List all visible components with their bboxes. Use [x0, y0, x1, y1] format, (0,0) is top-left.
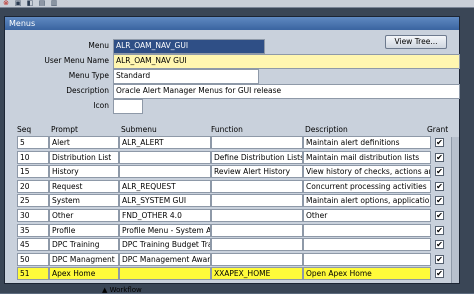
table-row[interactable]: 35 Profile Profile Menu - System Ad ✔ — [17, 223, 449, 237]
grant-checkbox[interactable]: ✔ — [435, 138, 444, 147]
col-header-submenu: Submenu — [121, 125, 157, 134]
grant-checkbox[interactable]: ✔ — [435, 167, 444, 177]
table-row[interactable]: 51 Apex Home XXAPEX_HOME Open Apex Home ✔ — [17, 267, 449, 281]
row-submenu[interactable] — [119, 150, 211, 164]
row-submenu[interactable]: ALR_REQUEST — [119, 179, 211, 193]
row-prompt[interactable]: Apex Home — [49, 267, 119, 281]
view-tree-button[interactable]: View Tree... — [385, 35, 447, 49]
table-row[interactable]: 50 DPC Managment DPC Management Award ✔ — [17, 252, 449, 266]
col-header-prompt: Prompt — [51, 125, 78, 134]
close-icon[interactable]: ⊗ — [2, 0, 10, 7]
table-row[interactable]: 30 Other FND_OTHER 4.0 Other ✔ — [17, 209, 449, 222]
row-description[interactable] — [303, 238, 431, 252]
row-description[interactable]: View history of checks, actions and — [303, 165, 431, 179]
row-function[interactable] — [211, 194, 303, 208]
row-seq[interactable]: 45 — [17, 238, 49, 252]
col-header-grant: Grant — [427, 125, 449, 134]
row-description[interactable]: Maintain alert definitions — [303, 136, 431, 149]
row-prompt[interactable]: Request — [49, 179, 119, 193]
row-description[interactable]: Maintain mail distribution lists — [303, 150, 431, 164]
row-function[interactable]: XXAPEX_HOME — [211, 267, 303, 281]
folder-icon[interactable]: ▤ — [38, 0, 46, 7]
row-function[interactable] — [211, 238, 303, 252]
grant-checkbox[interactable]: ✔ — [435, 152, 444, 162]
row-prompt[interactable]: System — [49, 194, 119, 208]
description-field[interactable]: Oracle Alert Manager Menus for GUI relea… — [113, 84, 460, 99]
row-function[interactable] — [211, 136, 303, 149]
row-seq[interactable]: 25 — [17, 194, 49, 208]
grant-checkbox[interactable]: ✔ — [435, 269, 444, 279]
row-description[interactable]: Concurrent processing activities — [303, 179, 431, 193]
user-menu-name-field[interactable]: ALR_OAM_NAV GUI — [113, 54, 460, 69]
row-submenu[interactable] — [119, 165, 211, 179]
row-seq[interactable]: 5 — [17, 136, 49, 149]
icon-label: Icon — [93, 101, 109, 110]
row-function[interactable] — [211, 179, 303, 193]
grant-checkbox[interactable]: ✔ — [435, 240, 444, 250]
row-prompt[interactable]: DPC Training — [49, 238, 119, 252]
nav-icon[interactable]: ◧ — [26, 0, 34, 7]
menu-type-field[interactable]: Standard — [113, 69, 259, 84]
table-row[interactable]: 10 Distribution List Define Distribution L… — [17, 150, 449, 164]
row-description[interactable] — [303, 252, 431, 266]
table-row[interactable]: 25 System ALR_SYSTEM GUI Maintain alert opt… — [17, 194, 449, 208]
grant-checkbox[interactable]: ✔ — [435, 181, 444, 191]
row-submenu[interactable]: ALR_SYSTEM GUI — [119, 194, 211, 208]
row-seq[interactable]: 35 — [17, 223, 49, 237]
grant-checkbox[interactable]: ✔ — [435, 196, 444, 206]
menus-window: Menus Menu ALR_OAM_NAV_GUI User Menu Nam… — [4, 16, 460, 284]
toolbar: ⊗ ▣ ◧ ▤ ▥ — [0, 0, 474, 8]
save-icon[interactable]: ▣ — [14, 0, 22, 7]
row-submenu[interactable]: DPC Management Award — [119, 252, 211, 266]
row-function[interactable]: Review Alert History — [211, 165, 303, 179]
row-submenu[interactable]: Profile Menu - System Ad — [119, 223, 211, 237]
row-prompt[interactable]: History — [49, 165, 119, 179]
table-scrollbar[interactable] — [451, 137, 459, 283]
col-header-description: Description — [305, 125, 348, 134]
row-prompt[interactable]: DPC Managment — [49, 252, 119, 266]
row-submenu[interactable]: DPC Training Budget Trac — [119, 238, 211, 252]
window-title: Menus — [5, 17, 459, 30]
menu-header-form: Menu ALR_OAM_NAV_GUI User Menu Name ALR_… — [5, 39, 460, 124]
row-seq[interactable]: 15 — [17, 165, 49, 179]
row-prompt[interactable]: Other — [49, 209, 119, 222]
grant-checkbox[interactable]: ✔ — [435, 211, 444, 220]
table-row[interactable]: 20 Request ALR_REQUEST Concurrent processin… — [17, 179, 449, 193]
grant-checkbox[interactable]: ✔ — [435, 254, 444, 264]
row-seq[interactable]: 50 — [17, 252, 49, 266]
row-description[interactable]: Open Apex Home — [303, 267, 431, 281]
icon-field[interactable] — [113, 99, 143, 114]
col-header-function: Function — [211, 125, 243, 134]
grant-checkbox[interactable]: ✔ — [435, 225, 444, 235]
row-function[interactable] — [211, 209, 303, 222]
row-seq[interactable]: 51 — [17, 267, 49, 281]
table-row[interactable]: 5 Alert ALR_ALERT Maintain alert definition… — [17, 136, 449, 149]
row-description[interactable]: Maintain alert options, applications, — [303, 194, 431, 208]
row-function[interactable]: Define Distribution Lists — [211, 150, 303, 164]
table-row[interactable]: 45 DPC Training DPC Training Budget Trac ✔ — [17, 238, 449, 252]
row-description[interactable] — [303, 223, 431, 237]
col-header-seq: Seq — [17, 125, 32, 134]
row-submenu[interactable] — [119, 267, 211, 281]
row-seq[interactable]: 30 — [17, 209, 49, 222]
user-menu-name-label: User Menu Name — [44, 56, 109, 65]
row-submenu[interactable]: FND_OTHER 4.0 — [119, 209, 211, 222]
row-submenu[interactable]: ALR_ALERT — [119, 136, 211, 149]
row-function[interactable] — [211, 223, 303, 237]
row-description[interactable]: Other — [303, 209, 431, 222]
table-row[interactable]: 15 History Review Alert History View histor… — [17, 165, 449, 179]
description-label: Description — [66, 86, 109, 95]
print-icon[interactable]: ▥ — [50, 0, 58, 7]
menu-type-label: Menu Type — [68, 71, 109, 80]
row-function[interactable] — [211, 252, 303, 266]
menu-field[interactable]: ALR_OAM_NAV_GUI — [113, 39, 265, 54]
row-prompt[interactable]: Profile — [49, 223, 119, 237]
row-prompt[interactable]: Alert — [49, 136, 119, 149]
menu-label: Menu — [88, 41, 109, 50]
row-prompt[interactable]: Distribution List — [49, 150, 119, 164]
row-seq[interactable]: 20 — [17, 179, 49, 193]
row-seq[interactable]: 10 — [17, 150, 49, 164]
